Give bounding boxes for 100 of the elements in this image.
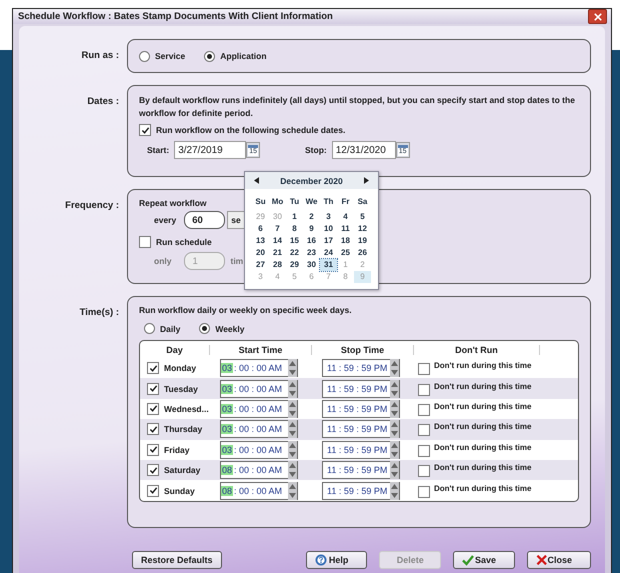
next-month-icon[interactable]	[364, 177, 369, 184]
start-date-field[interactable]: 3/27/2019	[174, 141, 246, 159]
checkbox[interactable]	[418, 363, 430, 376]
calendar-day[interactable]: 31	[320, 259, 337, 271]
close-button[interactable]	[588, 9, 607, 24]
radio-button[interactable]	[204, 50, 216, 62]
spinner-icon[interactable]	[390, 440, 399, 459]
calendar-day[interactable]: 5	[354, 211, 371, 223]
spinner-icon[interactable]	[288, 380, 297, 398]
stop-date-field[interactable]: 12/31/2020	[332, 141, 396, 159]
checkbox-label[interactable]: Don't run during this time	[434, 361, 532, 370]
radio-label[interactable]: Daily	[160, 324, 180, 334]
checkbox-label[interactable]: Don't run during this time	[434, 463, 532, 472]
spinner-icon[interactable]	[390, 420, 399, 438]
checkbox-label[interactable]: Don't run during this time	[434, 484, 532, 493]
spinner-icon[interactable]	[390, 482, 399, 500]
stop-time-field[interactable]: 11 : 59 : 59 PM	[322, 482, 400, 500]
stop-time-field[interactable]: 11 : 59 : 59 PM	[322, 400, 400, 418]
radio-label[interactable]: Weekly	[215, 324, 244, 334]
calendar-day[interactable]: 12	[354, 223, 371, 235]
calendar-day[interactable]: 1	[286, 211, 303, 223]
start-time-field[interactable]: 08 : 00 : 00 AM	[220, 461, 298, 480]
dialog-button[interactable]: Restore Defaults	[132, 551, 222, 569]
checkbox-label[interactable]: Don't run during this time	[434, 442, 532, 452]
stop-time-field[interactable]: 11 : 59 : 59 PM	[322, 380, 400, 398]
spinner-icon[interactable]	[288, 482, 297, 500]
calendar-day[interactable]: 13	[252, 235, 269, 247]
spinner-icon[interactable]	[390, 359, 399, 378]
radio-button[interactable]	[199, 323, 210, 334]
calendar-day[interactable]: 22	[286, 247, 303, 259]
checkbox[interactable]	[418, 444, 430, 457]
interval-field[interactable]: 60	[184, 211, 226, 229]
checkbox[interactable]	[418, 486, 430, 498]
calendar-day[interactable]: 30	[303, 259, 320, 271]
start-time-field[interactable]: 03 : 00 : 00 AM	[220, 400, 298, 418]
radio-label[interactable]: Service	[155, 51, 186, 61]
previous-month-icon[interactable]	[254, 177, 259, 184]
dialog-button[interactable]: Save	[453, 551, 516, 569]
checkbox-label[interactable]: Run workflow on the following schedule dates.	[156, 125, 346, 135]
calendar-day[interactable]: 3	[320, 211, 337, 223]
calendar-day[interactable]: 25	[337, 247, 354, 259]
calendar-day[interactable]: 21	[269, 247, 286, 259]
stop-time-field[interactable]: 11 : 59 : 59 PM	[322, 420, 400, 438]
checkbox-label[interactable]: Run schedule	[156, 237, 212, 247]
checkbox[interactable]	[139, 124, 151, 136]
calendar-day[interactable]: 6	[252, 223, 269, 235]
spinner-icon[interactable]	[288, 359, 297, 378]
calendar-day[interactable]: 18	[337, 235, 354, 247]
calendar-day[interactable]: 28	[269, 259, 286, 271]
checkbox[interactable]	[418, 424, 430, 436]
dialog-button[interactable]: Help	[306, 551, 368, 569]
spinner-icon[interactable]	[288, 420, 297, 438]
checkbox[interactable]	[147, 484, 159, 497]
calendar-day[interactable]: 9	[303, 223, 320, 235]
calendar-day[interactable]: 11	[337, 223, 354, 235]
checkbox[interactable]	[147, 464, 159, 476]
calendar-day[interactable]: 17	[320, 235, 337, 247]
calendar-day[interactable]: 4	[337, 211, 354, 223]
calendar-day[interactable]: 2	[303, 211, 320, 223]
calendar-day[interactable]: 16	[303, 235, 320, 247]
calendar-day[interactable]: 15	[286, 235, 303, 247]
calendar-day[interactable]: 29	[286, 259, 303, 271]
spinner-icon[interactable]	[288, 461, 297, 480]
stop-time-field[interactable]: 11 : 59 : 59 PM	[322, 461, 400, 480]
checkbox[interactable]	[418, 384, 430, 396]
start-time-field[interactable]: 03 : 00 : 00 AM	[220, 440, 298, 459]
calendar-day[interactable]: 27	[252, 259, 269, 271]
start-time-field[interactable]: 08 : 00 : 00 AM	[220, 482, 298, 500]
calendar-day[interactable]: 20	[252, 247, 269, 259]
checkbox[interactable]	[147, 402, 159, 415]
calendar-day[interactable]: 7	[269, 223, 286, 235]
calendar-day[interactable]: 8	[286, 223, 303, 235]
spinner-icon[interactable]	[390, 380, 399, 398]
calendar-day[interactable]: 26	[354, 247, 371, 259]
spinner-icon[interactable]	[390, 461, 399, 480]
start-time-field[interactable]: 03 : 00 : 00 AM	[220, 380, 298, 398]
spinner-icon[interactable]	[288, 440, 297, 459]
calendar-day[interactable]: 19	[354, 235, 371, 247]
checkbox[interactable]	[139, 236, 151, 248]
stop-time-field[interactable]: 11 : 59 : 59 PM	[322, 440, 400, 459]
checkbox[interactable]	[418, 404, 430, 416]
checkbox[interactable]	[147, 444, 159, 456]
dialog-button[interactable]: Close	[527, 551, 592, 569]
checkbox-label[interactable]: Don't run during this time	[434, 402, 532, 411]
checkbox[interactable]	[147, 423, 159, 436]
spinner-icon[interactable]	[288, 400, 297, 418]
checkbox-label[interactable]: Don't run during this time	[434, 382, 532, 391]
radio-button[interactable]	[144, 323, 155, 334]
radio-button[interactable]	[139, 50, 150, 62]
calendar-day[interactable]: 14	[269, 235, 286, 247]
start-time-field[interactable]: 03 : 00 : 00 AM	[220, 359, 298, 378]
stop-time-field[interactable]: 11 : 59 : 59 PM	[322, 359, 400, 378]
calendar-day[interactable]: 23	[303, 247, 320, 259]
calendar-day[interactable]: 10	[320, 223, 337, 235]
checkbox[interactable]	[418, 465, 430, 478]
spinner-icon[interactable]	[390, 400, 399, 418]
checkbox-label[interactable]: Don't run during this time	[434, 422, 532, 432]
start-time-field[interactable]: 03 : 00 : 00 AM	[220, 420, 298, 438]
radio-label[interactable]: Application	[220, 51, 267, 61]
checkbox[interactable]	[147, 362, 159, 374]
